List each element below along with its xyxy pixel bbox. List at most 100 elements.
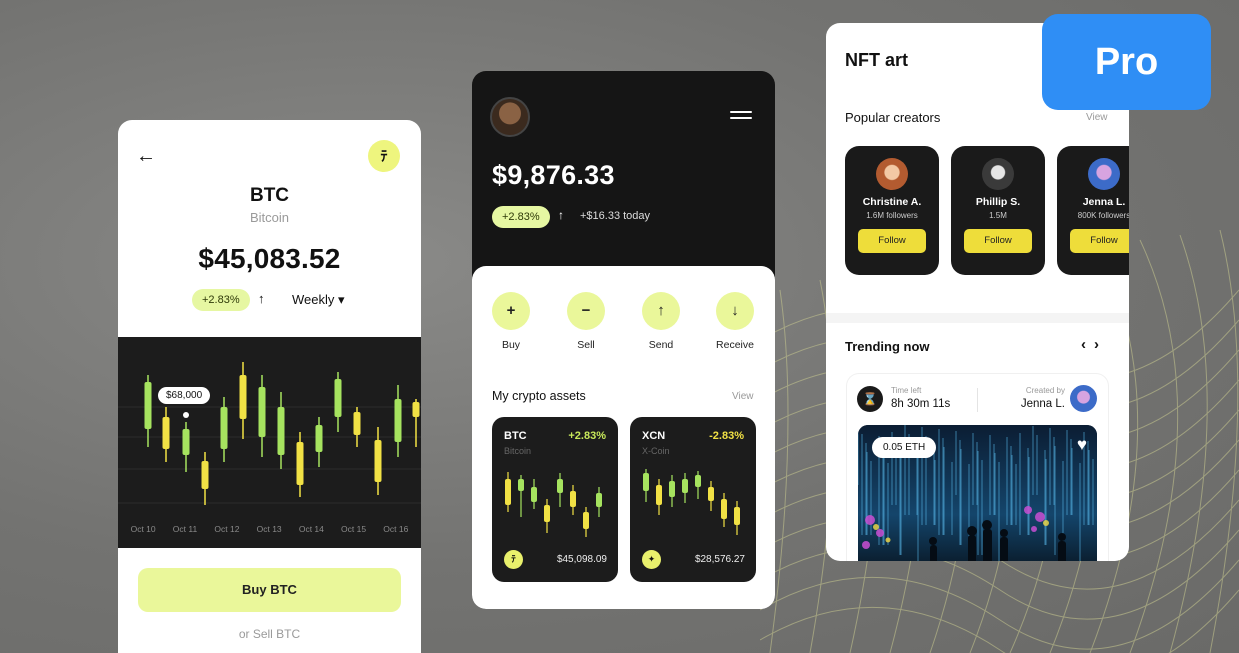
creator-name: Jenna L. — [1082, 196, 1126, 208]
creator-name: Phillip S. — [975, 196, 1021, 208]
candle-body — [394, 399, 402, 442]
created-by-label: Created by — [1025, 386, 1065, 395]
coin-name: Bitcoin — [249, 210, 290, 225]
candle-body — [258, 387, 266, 437]
view-all-link[interactable]: View — [1086, 112, 1108, 123]
minus-icon: − — [567, 292, 605, 330]
creator-followers: 1.6M followers — [866, 211, 918, 220]
arrow-up-icon: ↑ — [258, 291, 265, 306]
coin-price: $45,083.52 — [198, 243, 341, 274]
bitcoin-icon[interactable]: ﾃ — [368, 140, 400, 172]
action-label: Send — [648, 339, 674, 351]
trending-title: Trending now — [845, 339, 930, 354]
popular-creators-title: Popular creators — [845, 110, 941, 125]
action-label: Receive — [716, 339, 754, 351]
asset-card-btc[interactable]: BTC +2.83% Bitcoin ﾃ $45,098.09 — [492, 417, 618, 582]
wallet-panel: + Buy − Sell ↑ Send ↓ Receive My crypto … — [472, 266, 775, 609]
creator-name: Christine A. — [862, 196, 922, 208]
candle-body — [296, 442, 304, 485]
candle-body — [374, 440, 382, 482]
asset-mini-chart — [643, 469, 740, 535]
xcoin-icon: ✦ — [642, 550, 661, 569]
candle-body — [669, 481, 675, 497]
candle-body — [220, 407, 228, 449]
creator-followers: 1.5M — [989, 211, 1007, 220]
follow-button[interactable]: Follow — [964, 229, 1032, 253]
time-left-label: Time left — [891, 386, 922, 395]
candle-body — [201, 461, 209, 489]
plus-icon: + — [492, 292, 530, 330]
asset-mini-chart — [505, 472, 602, 537]
candle-body — [277, 407, 285, 455]
candlestick-chart: $68,000 Oct 10 Oct 11 Oct 12 Oct 13 Oct … — [118, 337, 421, 548]
period-dropdown[interactable]: Weekly ▾ — [292, 292, 345, 308]
asset-card-xcn[interactable]: XCN -2.83% X-Coin ✦ $28,576.27 — [630, 417, 756, 582]
nft-price-tag: 0.05 ETH — [872, 437, 937, 458]
candle-body — [656, 485, 662, 505]
candle-body — [239, 375, 247, 419]
buy-btc-button[interactable]: Buy BTC — [138, 568, 401, 612]
avatar[interactable] — [1070, 385, 1097, 412]
nft-artwork-image: 0.05 ETH ♥ — [858, 425, 1097, 561]
hourglass-icon: ⌛ — [857, 386, 883, 412]
follow-button[interactable]: Follow — [858, 229, 926, 253]
creator-followers: 800K followers — [1077, 211, 1129, 220]
time-left-value: 8h 30m 11s — [891, 398, 951, 410]
creator-name: Jenna L. — [1020, 398, 1065, 410]
action-label: Buy — [501, 339, 521, 351]
follow-button[interactable]: Follow — [1070, 229, 1129, 253]
candle-body — [144, 382, 152, 429]
receive-action-button[interactable]: ↓ Receive — [705, 292, 765, 351]
x-tick-label: Oct 13 — [256, 524, 282, 534]
creator-card[interactable]: Jenna L. 800K followers Follow — [1057, 146, 1129, 275]
asset-change: -2.83% — [709, 430, 744, 442]
change-badge: +2.83% — [492, 206, 550, 228]
x-tick-label: Oct 11 — [172, 524, 198, 534]
creator-card[interactable]: Christine A. 1.6M followers Follow — [845, 146, 939, 275]
candle-body — [182, 429, 190, 455]
change-badge: +2.83% — [192, 289, 250, 311]
creator-card[interactable]: Phillip S. 1.5M Follow — [951, 146, 1045, 275]
candle-body — [531, 487, 537, 502]
arrow-down-icon: ↓ — [716, 292, 754, 330]
divider — [977, 388, 978, 412]
assets-title: My crypto assets — [492, 389, 586, 403]
balance-amount: $9,876.33 — [492, 160, 615, 190]
x-tick-label: Oct 10 — [130, 524, 156, 534]
chevron-left-icon[interactable]: ‹ — [1081, 336, 1094, 353]
view-all-link[interactable]: View — [732, 391, 754, 402]
buy-action-button[interactable]: + Buy — [481, 292, 541, 351]
tooltip-dot — [183, 412, 189, 418]
bitcoin-icon: ﾃ — [504, 550, 523, 569]
candle-body — [583, 512, 589, 529]
asset-symbol: BTC — [504, 430, 527, 442]
avatar[interactable] — [490, 97, 530, 137]
candle-body — [544, 505, 550, 522]
sell-btc-link[interactable]: or Sell BTC — [118, 627, 421, 641]
candle-body — [353, 412, 361, 435]
wallet-screen: $9,876.33 +2.83% ↑ +$16.33 today + Buy −… — [472, 71, 775, 609]
candle-body — [734, 507, 740, 525]
price-tooltip: $68,000 — [158, 387, 211, 404]
x-axis-labels: Oct 10 Oct 11 Oct 12 Oct 13 Oct 14 Oct 1… — [118, 524, 421, 534]
heart-icon[interactable]: ♥ — [1077, 435, 1087, 455]
candle-body — [708, 487, 714, 501]
avatar — [1088, 158, 1120, 190]
asset-symbol: XCN — [642, 430, 666, 442]
x-tick-label: Oct 16 — [383, 524, 409, 534]
asset-value: $45,098.09 — [556, 554, 607, 565]
asset-name: X-Coin — [642, 446, 670, 456]
avatar — [982, 158, 1014, 190]
x-tick-label: Oct 14 — [298, 524, 324, 534]
sell-action-button[interactable]: − Sell — [556, 292, 616, 351]
candle-body — [518, 479, 524, 491]
section-divider — [826, 313, 1129, 323]
send-action-button[interactable]: ↑ Send — [631, 292, 691, 351]
arrow-left-icon[interactable]: ← — [136, 146, 156, 166]
nft-card[interactable]: ⌛ Time left 8h 30m 11s Created by Jenna … — [847, 374, 1108, 561]
x-tick-label: Oct 12 — [214, 524, 240, 534]
asset-value: $28,576.27 — [694, 554, 745, 565]
chevron-right-icon[interactable]: › — [1094, 336, 1107, 353]
candle-body — [334, 379, 342, 417]
hamburger-menu-icon[interactable] — [730, 111, 752, 123]
